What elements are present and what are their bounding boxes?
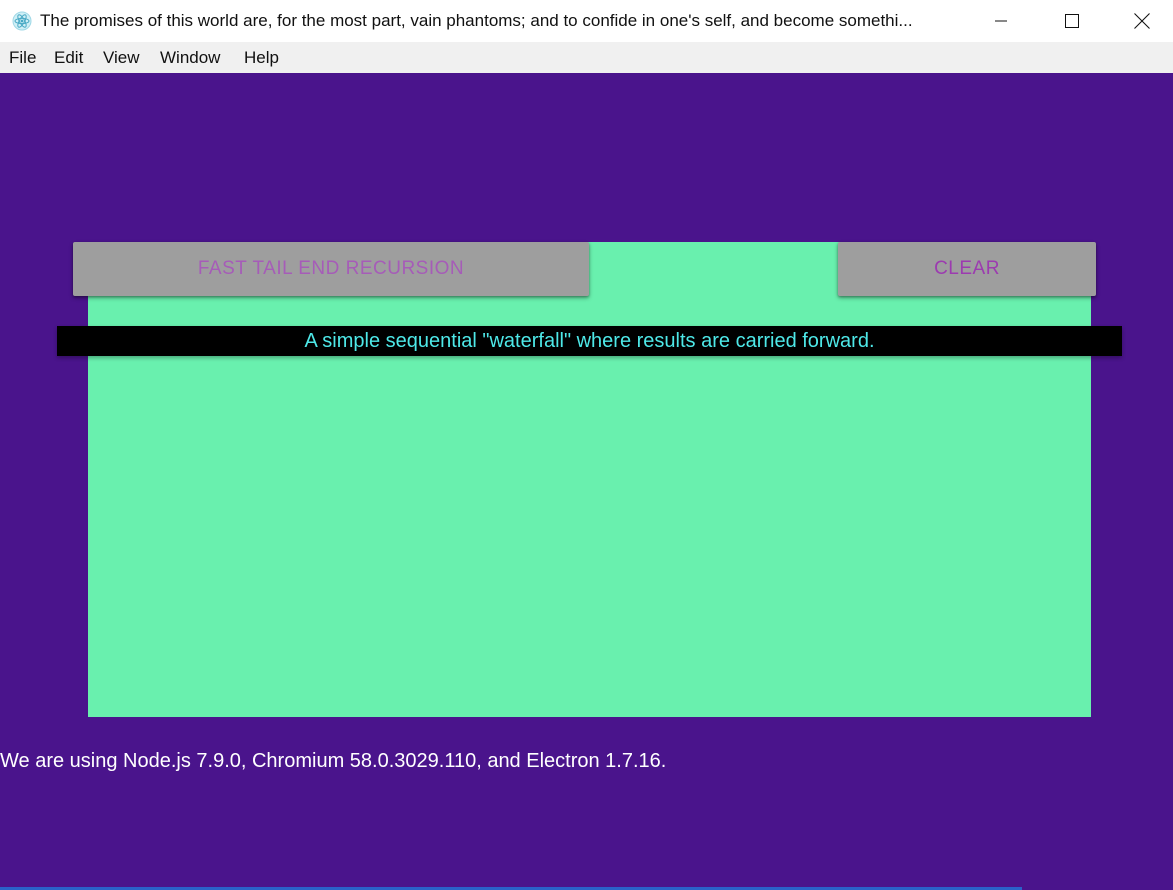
- menu-view[interactable]: View: [103, 48, 140, 68]
- electron-atom-icon: [12, 11, 32, 31]
- fast-tail-end-recursion-button[interactable]: FAST TAIL END RECURSION: [73, 242, 589, 296]
- clear-button[interactable]: CLEAR: [838, 242, 1096, 296]
- close-icon: [1134, 13, 1150, 29]
- menu-file[interactable]: File: [9, 48, 36, 68]
- output-panel: [88, 242, 1091, 717]
- minimize-icon: [995, 15, 1007, 27]
- menu-edit[interactable]: Edit: [54, 48, 83, 68]
- menu-window[interactable]: Window: [160, 48, 220, 68]
- description-text: A simple sequential "waterfall" where re…: [304, 329, 875, 352]
- window-title: The promises of this world are, for the …: [40, 11, 913, 30]
- minimize-button[interactable]: [966, 0, 1036, 42]
- menu-help[interactable]: Help: [244, 48, 279, 68]
- app-window: The promises of this world are, for the …: [0, 0, 1173, 890]
- menu-bar: File Edit View Window Help: [0, 42, 1173, 73]
- close-button[interactable]: [1107, 0, 1173, 42]
- maximize-button[interactable]: [1037, 0, 1107, 42]
- title-bar[interactable]: The promises of this world are, for the …: [0, 0, 1173, 42]
- version-info: We are using Node.js 7.9.0, Chromium 58.…: [0, 750, 667, 772]
- description-banner: A simple sequential "waterfall" where re…: [57, 326, 1122, 356]
- maximize-icon: [1065, 14, 1079, 28]
